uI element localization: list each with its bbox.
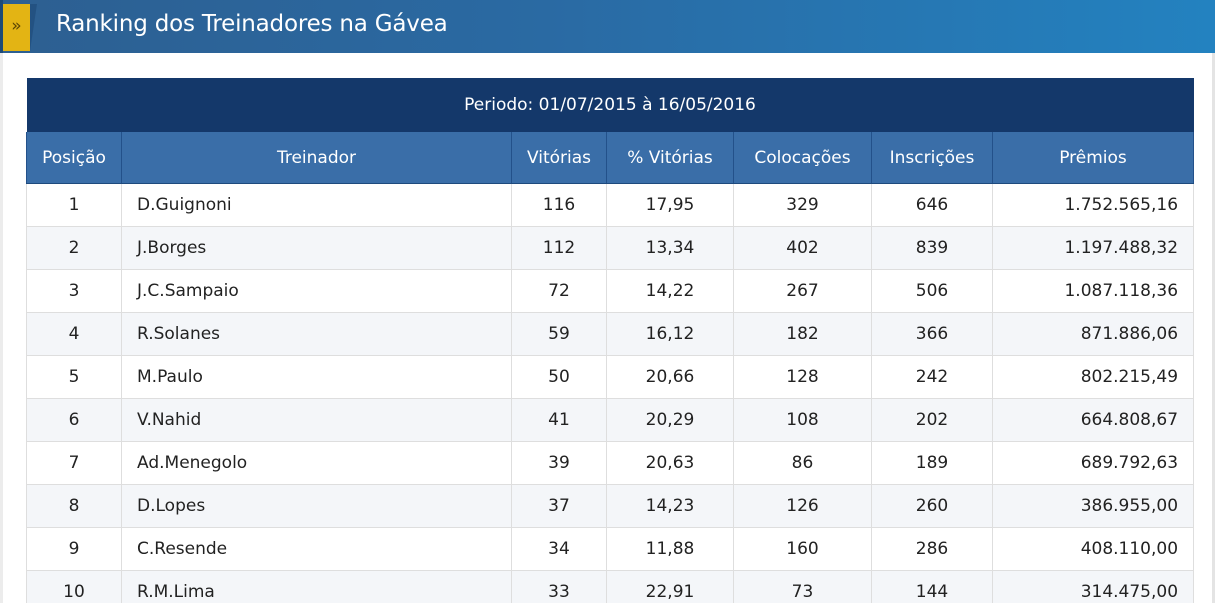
table-row: 2 J.Borges 112 13,34 402 839 1.197.488,3… xyxy=(26,226,1195,270)
table-row: 9 C.Resende 34 11,88 160 286 408.110,00 xyxy=(26,527,1195,571)
column-header-posicao: Posição xyxy=(26,132,122,184)
cell-entries: 189 xyxy=(871,441,993,485)
cell-trainer: J.Borges xyxy=(121,226,512,270)
cell-placements: 182 xyxy=(733,312,872,356)
table-row: 5 M.Paulo 50 20,66 128 242 802.215,49 xyxy=(26,355,1195,399)
cell-entries: 286 xyxy=(871,527,993,571)
cell-trainer: D.Guignoni xyxy=(121,183,512,227)
cell-entries: 144 xyxy=(871,570,993,603)
chevron-notch xyxy=(30,4,37,51)
cell-entries: 366 xyxy=(871,312,993,356)
cell-prizes: 802.215,49 xyxy=(991,355,1195,399)
cell-entries: 260 xyxy=(871,484,993,528)
page-title: Ranking dos Treinadores na Gávea xyxy=(56,11,448,37)
table-row: 8 D.Lopes 37 14,23 126 260 386.955,00 xyxy=(26,484,1195,528)
cell-trainer: R.Solanes xyxy=(121,312,512,356)
cell-trainer: D.Lopes xyxy=(121,484,512,528)
cell-wins: 41 xyxy=(511,398,607,442)
cell-win-percent: 14,23 xyxy=(606,484,734,528)
cell-position: 5 xyxy=(26,355,122,399)
period-row: Periodo: 01/07/2015 à 16/05/2016 xyxy=(26,78,1194,132)
cell-prizes: 1.087.118,36 xyxy=(991,269,1195,313)
cell-trainer: M.Paulo xyxy=(121,355,512,399)
cell-position: 2 xyxy=(26,226,122,270)
column-header-treinador: Treinador xyxy=(121,132,512,184)
cell-placements: 108 xyxy=(733,398,872,442)
cell-win-percent: 14,22 xyxy=(606,269,734,313)
chevron-double-right-icon[interactable]: » xyxy=(3,4,30,51)
cell-prizes: 386.955,00 xyxy=(991,484,1195,528)
cell-prizes: 1.752.565,16 xyxy=(991,183,1195,227)
ranking-table: Periodo: 01/07/2015 à 16/05/2016 Posição… xyxy=(26,78,1195,603)
column-header-premios: Prêmios xyxy=(991,132,1195,184)
cell-trainer: Ad.Menegolo xyxy=(121,441,512,485)
cell-placements: 267 xyxy=(733,269,872,313)
cell-trainer: R.M.Lima xyxy=(121,570,512,603)
table-row: 1 D.Guignoni 116 17,95 329 646 1.752.565… xyxy=(26,183,1195,227)
cell-placements: 128 xyxy=(733,355,872,399)
cell-prizes: 689.792,63 xyxy=(991,441,1195,485)
title-bar: » Ranking dos Treinadores na Gávea xyxy=(0,0,1215,53)
cell-position: 7 xyxy=(26,441,122,485)
column-header-inscricoes: Inscrições xyxy=(871,132,993,184)
cell-prizes: 314.475,00 xyxy=(991,570,1195,603)
cell-prizes: 408.110,00 xyxy=(991,527,1195,571)
cell-entries: 242 xyxy=(871,355,993,399)
cell-wins: 112 xyxy=(511,226,607,270)
cell-position: 10 xyxy=(26,570,122,603)
cell-win-percent: 16,12 xyxy=(606,312,734,356)
cell-position: 6 xyxy=(26,398,122,442)
cell-prizes: 1.197.488,32 xyxy=(991,226,1195,270)
cell-wins: 34 xyxy=(511,527,607,571)
period-label: Periodo: 01/07/2015 à 16/05/2016 xyxy=(26,78,1194,132)
cell-trainer: C.Resende xyxy=(121,527,512,571)
cell-win-percent: 20,66 xyxy=(606,355,734,399)
cell-position: 8 xyxy=(26,484,122,528)
cell-placements: 86 xyxy=(733,441,872,485)
cell-win-percent: 17,95 xyxy=(606,183,734,227)
cell-wins: 59 xyxy=(511,312,607,356)
cell-placements: 329 xyxy=(733,183,872,227)
cell-entries: 839 xyxy=(871,226,993,270)
cell-prizes: 664.808,67 xyxy=(991,398,1195,442)
cell-placements: 402 xyxy=(733,226,872,270)
cell-entries: 506 xyxy=(871,269,993,313)
cell-win-percent: 11,88 xyxy=(606,527,734,571)
column-header-colocacoes: Colocações xyxy=(733,132,872,184)
left-border xyxy=(0,53,3,603)
cell-win-percent: 13,34 xyxy=(606,226,734,270)
cell-win-percent: 20,63 xyxy=(606,441,734,485)
column-header-percent-vitorias: % Vitórias xyxy=(606,132,734,184)
cell-entries: 202 xyxy=(871,398,993,442)
page: » Ranking dos Treinadores na Gávea Perio… xyxy=(0,0,1215,603)
cell-win-percent: 22,91 xyxy=(606,570,734,603)
cell-position: 3 xyxy=(26,269,122,313)
cell-wins: 39 xyxy=(511,441,607,485)
cell-wins: 116 xyxy=(511,183,607,227)
table-row: 6 V.Nahid 41 20,29 108 202 664.808,67 xyxy=(26,398,1195,442)
cell-position: 9 xyxy=(26,527,122,571)
cell-trainer: V.Nahid xyxy=(121,398,512,442)
cell-wins: 72 xyxy=(511,269,607,313)
table-row: 7 Ad.Menegolo 39 20,63 86 189 689.792,63 xyxy=(26,441,1195,485)
cell-placements: 126 xyxy=(733,484,872,528)
cell-placements: 73 xyxy=(733,570,872,603)
header-row: Posição Treinador Vitórias % Vitórias Co… xyxy=(26,132,1195,184)
cell-win-percent: 20,29 xyxy=(606,398,734,442)
cell-entries: 646 xyxy=(871,183,993,227)
cell-position: 4 xyxy=(26,312,122,356)
cell-position: 1 xyxy=(26,183,122,227)
cell-placements: 160 xyxy=(733,527,872,571)
cell-prizes: 871.886,06 xyxy=(991,312,1195,356)
cell-wins: 33 xyxy=(511,570,607,603)
table-row: 3 J.C.Sampaio 72 14,22 267 506 1.087.118… xyxy=(26,269,1195,313)
table-row: 4 R.Solanes 59 16,12 182 366 871.886,06 xyxy=(26,312,1195,356)
table-row: 10 R.M.Lima 33 22,91 73 144 314.475,00 xyxy=(26,570,1195,603)
column-header-vitorias: Vitórias xyxy=(511,132,607,184)
cell-wins: 50 xyxy=(511,355,607,399)
cell-trainer: J.C.Sampaio xyxy=(121,269,512,313)
ranking-table-container: Periodo: 01/07/2015 à 16/05/2016 Posição… xyxy=(26,78,1195,603)
cell-wins: 37 xyxy=(511,484,607,528)
